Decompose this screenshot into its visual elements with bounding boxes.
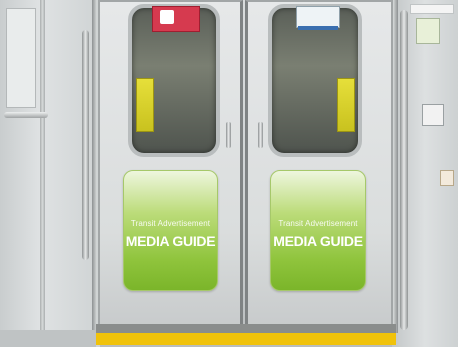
- ad-title: MEDIA GUIDE: [125, 233, 216, 249]
- top-right-sign: [410, 4, 454, 14]
- right-door-handle: [258, 122, 263, 148]
- horizontal-handrail: [4, 112, 48, 118]
- green-notice-sticker: [416, 18, 440, 44]
- white-notice-sticker: [422, 104, 444, 126]
- ad-panel-right: Transit Advertisement MEDIA GUIDE: [270, 170, 366, 291]
- left-floor: [0, 330, 96, 347]
- sticker-symbol-icon: [160, 10, 174, 24]
- ad-title: MEDIA GUIDE: [273, 233, 363, 249]
- left-grab-pole: [82, 30, 89, 260]
- door-window-sign: [296, 6, 340, 28]
- yellow-window-strip-right: [337, 78, 355, 132]
- small-notice-sticker: [440, 170, 454, 186]
- door-window-sign-stripe: [298, 26, 338, 30]
- train-door-scene: Transit Advertisement MEDIA GUIDE Transi…: [0, 0, 458, 347]
- ad-subtitle: Transit Advertisement: [130, 219, 211, 228]
- right-grab-pole: [400, 10, 408, 330]
- ad-subtitle: Transit Advertisement: [278, 219, 358, 228]
- ad-panel-left: Transit Advertisement MEDIA GUIDE: [123, 170, 218, 291]
- left-wall-window: [6, 8, 36, 108]
- left-wall-pole: [40, 0, 45, 330]
- left-door-handle: [226, 122, 231, 148]
- yellow-window-strip-left: [136, 78, 154, 132]
- yellow-floor-strip: [96, 333, 396, 345]
